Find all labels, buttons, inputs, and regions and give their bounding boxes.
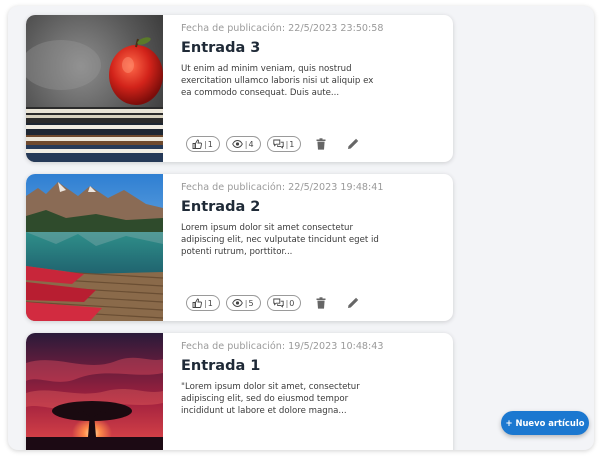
views-button[interactable]: | 4 xyxy=(225,136,261,152)
post-title[interactable]: Entrada 3 xyxy=(181,40,260,56)
post-card[interactable]: Fecha de publicación: 19/5/2023 10:48:43… xyxy=(26,333,453,450)
separator: | xyxy=(285,139,289,149)
post-actions: | 1 | 4 | 1 xyxy=(186,135,371,153)
edit-button[interactable] xyxy=(345,295,361,311)
comment-icon xyxy=(272,139,284,149)
comment-icon xyxy=(272,298,284,308)
post-actions: | 1 | 5 | 0 xyxy=(186,294,371,312)
pencil-icon xyxy=(347,294,359,313)
post-card[interactable]: Fecha de publicación: 22/5/2023 19:48:41… xyxy=(26,174,453,321)
app-frame: Fecha de publicación: 22/5/2023 23:50:58… xyxy=(8,6,594,450)
like-count: 1 xyxy=(207,298,213,308)
view-count: 4 xyxy=(248,139,254,149)
post-title[interactable]: Entrada 1 xyxy=(181,358,260,374)
separator: | xyxy=(204,139,207,149)
comment-count: 0 xyxy=(289,298,295,308)
view-count: 5 xyxy=(248,298,254,308)
post-image[interactable] xyxy=(26,15,163,162)
post-image[interactable] xyxy=(26,333,163,450)
comments-button[interactable]: | 0 xyxy=(266,295,302,311)
new-article-button[interactable]: + Nuevo artículo xyxy=(501,411,589,435)
trash-icon xyxy=(316,294,326,313)
publication-date: Fecha de publicación: 19/5/2023 10:48:43 xyxy=(181,341,384,352)
publication-date: Fecha de publicación: 22/5/2023 19:48:41 xyxy=(181,182,384,193)
post-card[interactable]: Fecha de publicación: 22/5/2023 23:50:58… xyxy=(26,15,453,162)
comments-button[interactable]: | 1 xyxy=(266,136,302,152)
separator: | xyxy=(244,298,248,308)
like-count: 1 xyxy=(207,139,213,149)
separator: | xyxy=(244,139,248,149)
eye-icon xyxy=(231,139,243,149)
like-button[interactable]: | 1 xyxy=(186,295,220,311)
pencil-icon xyxy=(347,135,359,154)
post-title[interactable]: Entrada 2 xyxy=(181,199,260,215)
thumbs-up-icon xyxy=(192,139,202,149)
edit-button[interactable] xyxy=(345,136,361,152)
post-excerpt: Ut enim ad minim veniam, quis nostrud ex… xyxy=(181,64,374,99)
delete-button[interactable] xyxy=(313,295,329,311)
post-excerpt: Lorem ipsum dolor sit amet consectetur a… xyxy=(181,223,379,258)
publication-date: Fecha de publicación: 22/5/2023 23:50:58 xyxy=(181,23,384,34)
post-image[interactable] xyxy=(26,174,163,321)
views-button[interactable]: | 5 xyxy=(225,295,261,311)
trash-icon xyxy=(316,135,326,154)
delete-button[interactable] xyxy=(313,136,329,152)
comment-count: 1 xyxy=(289,139,295,149)
separator: | xyxy=(204,298,207,308)
post-excerpt: "Lorem ipsum dolor sit amet, consectetur… xyxy=(181,382,360,417)
thumbs-up-icon xyxy=(192,298,202,308)
separator: | xyxy=(285,298,289,308)
eye-icon xyxy=(231,298,243,308)
like-button[interactable]: | 1 xyxy=(186,136,220,152)
